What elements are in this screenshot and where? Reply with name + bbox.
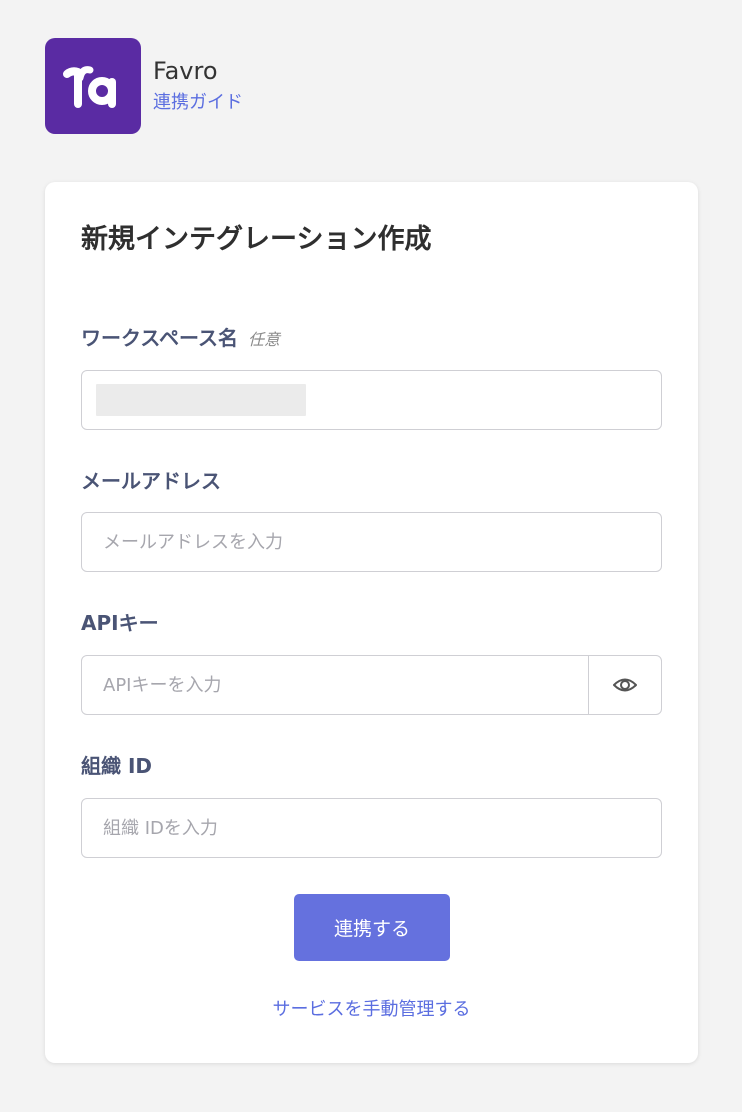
org-id-field-wrapper (81, 798, 662, 858)
api-key-label: APIキー (81, 611, 159, 635)
integration-form-card: 新規インテグレーション作成 ワークスペース名任意 メールアドレス APIキー 組… (45, 182, 698, 1063)
manage-service-manually-link[interactable]: サービスを手動管理する (45, 998, 698, 1022)
redacted-value (96, 384, 306, 416)
connect-button[interactable]: 連携する (294, 894, 450, 961)
workspace-name-label: ワークスペース名 任意 (81, 325, 280, 353)
page-title: 新規インテグレーション作成 (81, 224, 432, 255)
email-label: メールアドレス (81, 469, 221, 493)
email-field-wrapper (81, 512, 662, 572)
integration-guide-link[interactable]: 連携ガイド (153, 92, 243, 114)
optional-tag: 任意 (248, 330, 281, 349)
api-key-field-wrapper (81, 655, 662, 715)
org-id-label: 組織 ID (81, 754, 153, 778)
org-id-field[interactable] (82, 799, 661, 857)
app-name: Favro (153, 57, 218, 85)
eye-icon (613, 678, 637, 692)
api-key-field[interactable] (82, 656, 588, 714)
app-logo (45, 38, 141, 134)
favro-logo-icon (63, 66, 116, 108)
workspace-name-field[interactable] (81, 370, 662, 430)
workspace-name-label-text: ワークスペース名 (81, 326, 238, 350)
email-field[interactable] (82, 513, 661, 571)
show-api-key-button[interactable] (588, 656, 661, 714)
